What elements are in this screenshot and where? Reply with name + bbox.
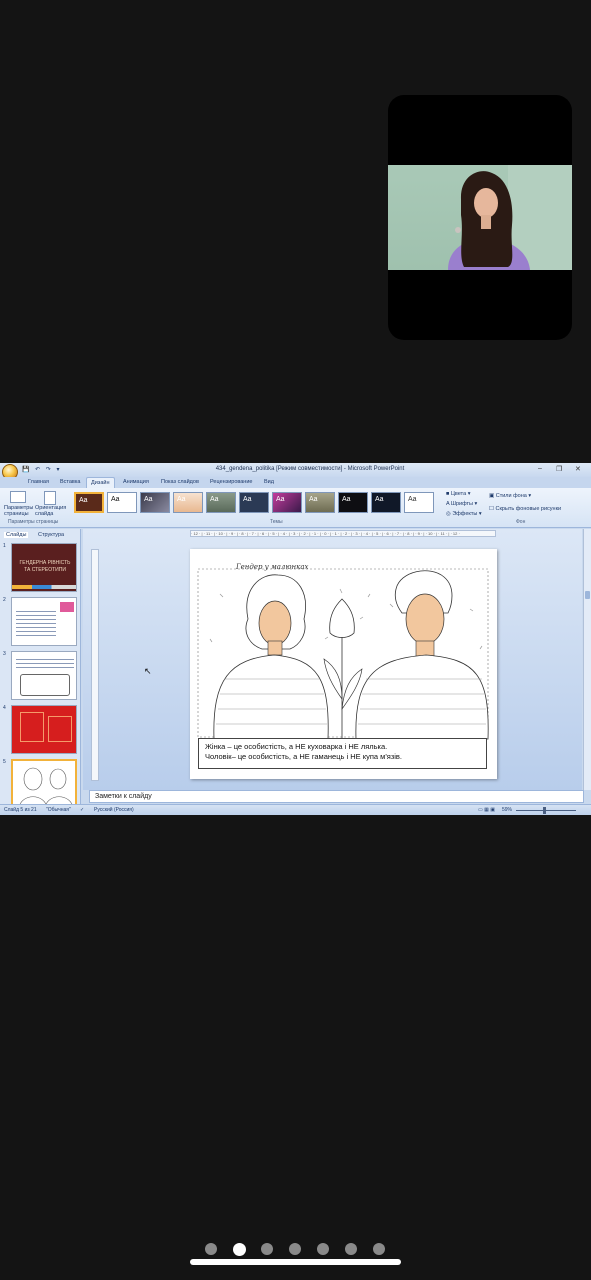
maximize-button[interactable]: ❐	[556, 465, 562, 473]
theme-thumb-6[interactable]: Aa	[239, 492, 269, 513]
page-dot[interactable]	[317, 1243, 329, 1255]
tab-view[interactable]: Вид	[264, 479, 274, 485]
slide-counter: Слайд 5 из 21	[4, 807, 37, 813]
page-setup-group-label: Параметры страницы	[8, 519, 59, 525]
caption-line-man: Чоловік– це особистість, а НЕ гаманець і…	[205, 752, 402, 761]
slide-thumb-2[interactable]	[11, 597, 77, 646]
language-indicator[interactable]: Русский (Россия)	[94, 807, 134, 813]
theme-thumb-5[interactable]: Aa	[206, 492, 236, 513]
slide-orientation-button[interactable]: Ориентация слайда	[35, 505, 68, 517]
slide-thumb-image	[48, 716, 72, 742]
slides-tab[interactable]: Слайды	[4, 532, 29, 538]
slide-thumb-title: ГЕНДЕРНА РІВНІСТЬ ТА СТЕРЕОТИПИ	[19, 560, 71, 573]
window-title: 434_gendena_politika [Режим совместимост…	[215, 466, 405, 472]
slide-caption-box[interactable]: Жінка – це особистість, а НЕ куховарка і…	[198, 738, 487, 769]
quick-access-toolbar[interactable]: 💾 ↶ ↷ ▾	[22, 466, 62, 473]
vertical-ruler	[91, 549, 99, 781]
themes-group-label: Темы	[270, 519, 283, 525]
page-indicator	[205, 1242, 387, 1257]
page-dot[interactable]	[373, 1243, 385, 1255]
mouse-cursor-icon: ↖	[144, 666, 152, 676]
slide-heading: Гендер у малюнках	[236, 563, 309, 571]
ribbon-tabs: Главная Вставка Дизайн Анимация Показ сл…	[0, 477, 591, 488]
page-dot[interactable]	[289, 1243, 301, 1255]
theme-name: "Обычная"	[46, 807, 71, 813]
slide-thumb-image	[20, 674, 70, 696]
participant-video	[388, 165, 572, 270]
slide-thumb-image	[60, 602, 74, 612]
outline-tab[interactable]: Структура	[38, 532, 64, 538]
slide-thumb-image	[20, 712, 44, 742]
slide-thumb-5[interactable]	[11, 759, 77, 808]
tab-home[interactable]: Главная	[28, 479, 49, 485]
hide-background-checkbox[interactable]: ☐ Скрыть фоновые рисунки	[489, 506, 561, 512]
slide-orientation-icon[interactable]	[44, 491, 56, 505]
page-dot[interactable]	[233, 1242, 246, 1256]
slide-thumb-text	[16, 608, 56, 638]
slide-number: 5	[3, 759, 6, 765]
theme-thumb-9[interactable]: Aa	[338, 492, 368, 513]
theme-thumb-11[interactable]: Aa	[404, 492, 434, 513]
page-setup-button[interactable]: Параметры страницы	[4, 505, 34, 517]
slide-thumb-3[interactable]	[11, 651, 77, 700]
slides-panel: Слайды Структура 1 ГЕНДЕРНА РІВНІСТЬ ТА …	[0, 529, 81, 808]
background-group-label: Фон	[516, 519, 526, 525]
minimize-button[interactable]: ‒	[538, 465, 542, 472]
theme-thumb-4[interactable]: Aa	[173, 492, 203, 513]
slide-number: 4	[3, 705, 6, 711]
zoom-slider-handle[interactable]	[543, 807, 546, 814]
title-bar: 💾 ↶ ↷ ▾ 434_gendena_politika [Режим совм…	[0, 463, 591, 480]
zoom-slider[interactable]	[516, 810, 576, 811]
ribbon: Параметры страницы Ориентация слайда Пар…	[0, 488, 591, 528]
theme-fonts-button[interactable]: A Шрифты ▾	[446, 501, 477, 507]
theme-thumb-1[interactable]: Aa	[74, 492, 104, 513]
current-slide[interactable]: Гендер у малюнках Жінка – це особистість…	[190, 549, 497, 779]
slide-thumb-1[interactable]: ГЕНДЕРНА РІВНІСТЬ ТА СТЕРЕОТИПИ	[11, 543, 77, 592]
shared-screen: 💾 ↶ ↷ ▾ 434_gendena_politika [Режим совм…	[0, 463, 591, 815]
theme-thumb-2[interactable]: Aa	[107, 492, 137, 513]
participant-figure	[448, 165, 572, 270]
theme-thumb-10[interactable]: Aa	[371, 492, 401, 513]
theme-thumb-8[interactable]: Aa	[305, 492, 335, 513]
page-setup-icon[interactable]	[10, 491, 26, 503]
tab-design[interactable]: Дизайн	[86, 477, 115, 488]
slide-thumb-text	[16, 656, 74, 670]
slide-number: 2	[3, 597, 6, 603]
vertical-scrollbar[interactable]	[583, 529, 591, 790]
theme-thumb-3[interactable]: Aa	[140, 492, 170, 513]
tab-insert[interactable]: Вставка	[60, 479, 80, 485]
page-dot[interactable]	[261, 1243, 273, 1255]
horizontal-ruler: · 12 · | · 11 · | · 10 · | · 9 · | · 8 ·…	[190, 530, 496, 537]
tab-animation[interactable]: Анимация	[123, 479, 149, 485]
slide-thumb-stripe	[12, 585, 76, 589]
spellcheck-icon[interactable]: ✓	[80, 807, 84, 813]
participant-video-tile[interactable]	[388, 95, 572, 340]
page-dot[interactable]	[345, 1243, 357, 1255]
home-indicator[interactable]	[190, 1259, 401, 1265]
scroll-thumb[interactable]	[585, 591, 590, 599]
caption-line-woman: Жінка – це особистість, а НЕ куховарка і…	[205, 742, 388, 751]
tab-slideshow[interactable]: Показ слайдов	[161, 479, 199, 485]
tab-review[interactable]: Рецензирование	[210, 479, 252, 485]
slide-thumb-drawing	[19, 767, 73, 806]
notes-pane[interactable]: Заметки к слайду	[89, 790, 584, 803]
view-buttons[interactable]: ▭ ▦ ▣	[478, 807, 495, 813]
slide-number: 1	[3, 543, 6, 549]
background-styles-button[interactable]: ▣ Стили фона ▾	[489, 493, 531, 499]
status-bar: Слайд 5 из 21 "Обычная" ✓ Русский (Росси…	[0, 804, 591, 815]
theme-effects-button[interactable]: ◎ Эффекты ▾	[446, 511, 482, 517]
page-dot[interactable]	[205, 1243, 217, 1255]
theme-thumb-7[interactable]: Aa	[272, 492, 302, 513]
slide-number: 3	[3, 651, 6, 657]
zoom-level[interactable]: 59%	[502, 807, 512, 813]
slide-thumb-4[interactable]	[11, 705, 77, 754]
close-button[interactable]: ✕	[575, 465, 581, 473]
theme-colors-button[interactable]: ■ Цвета ▾	[446, 491, 470, 497]
